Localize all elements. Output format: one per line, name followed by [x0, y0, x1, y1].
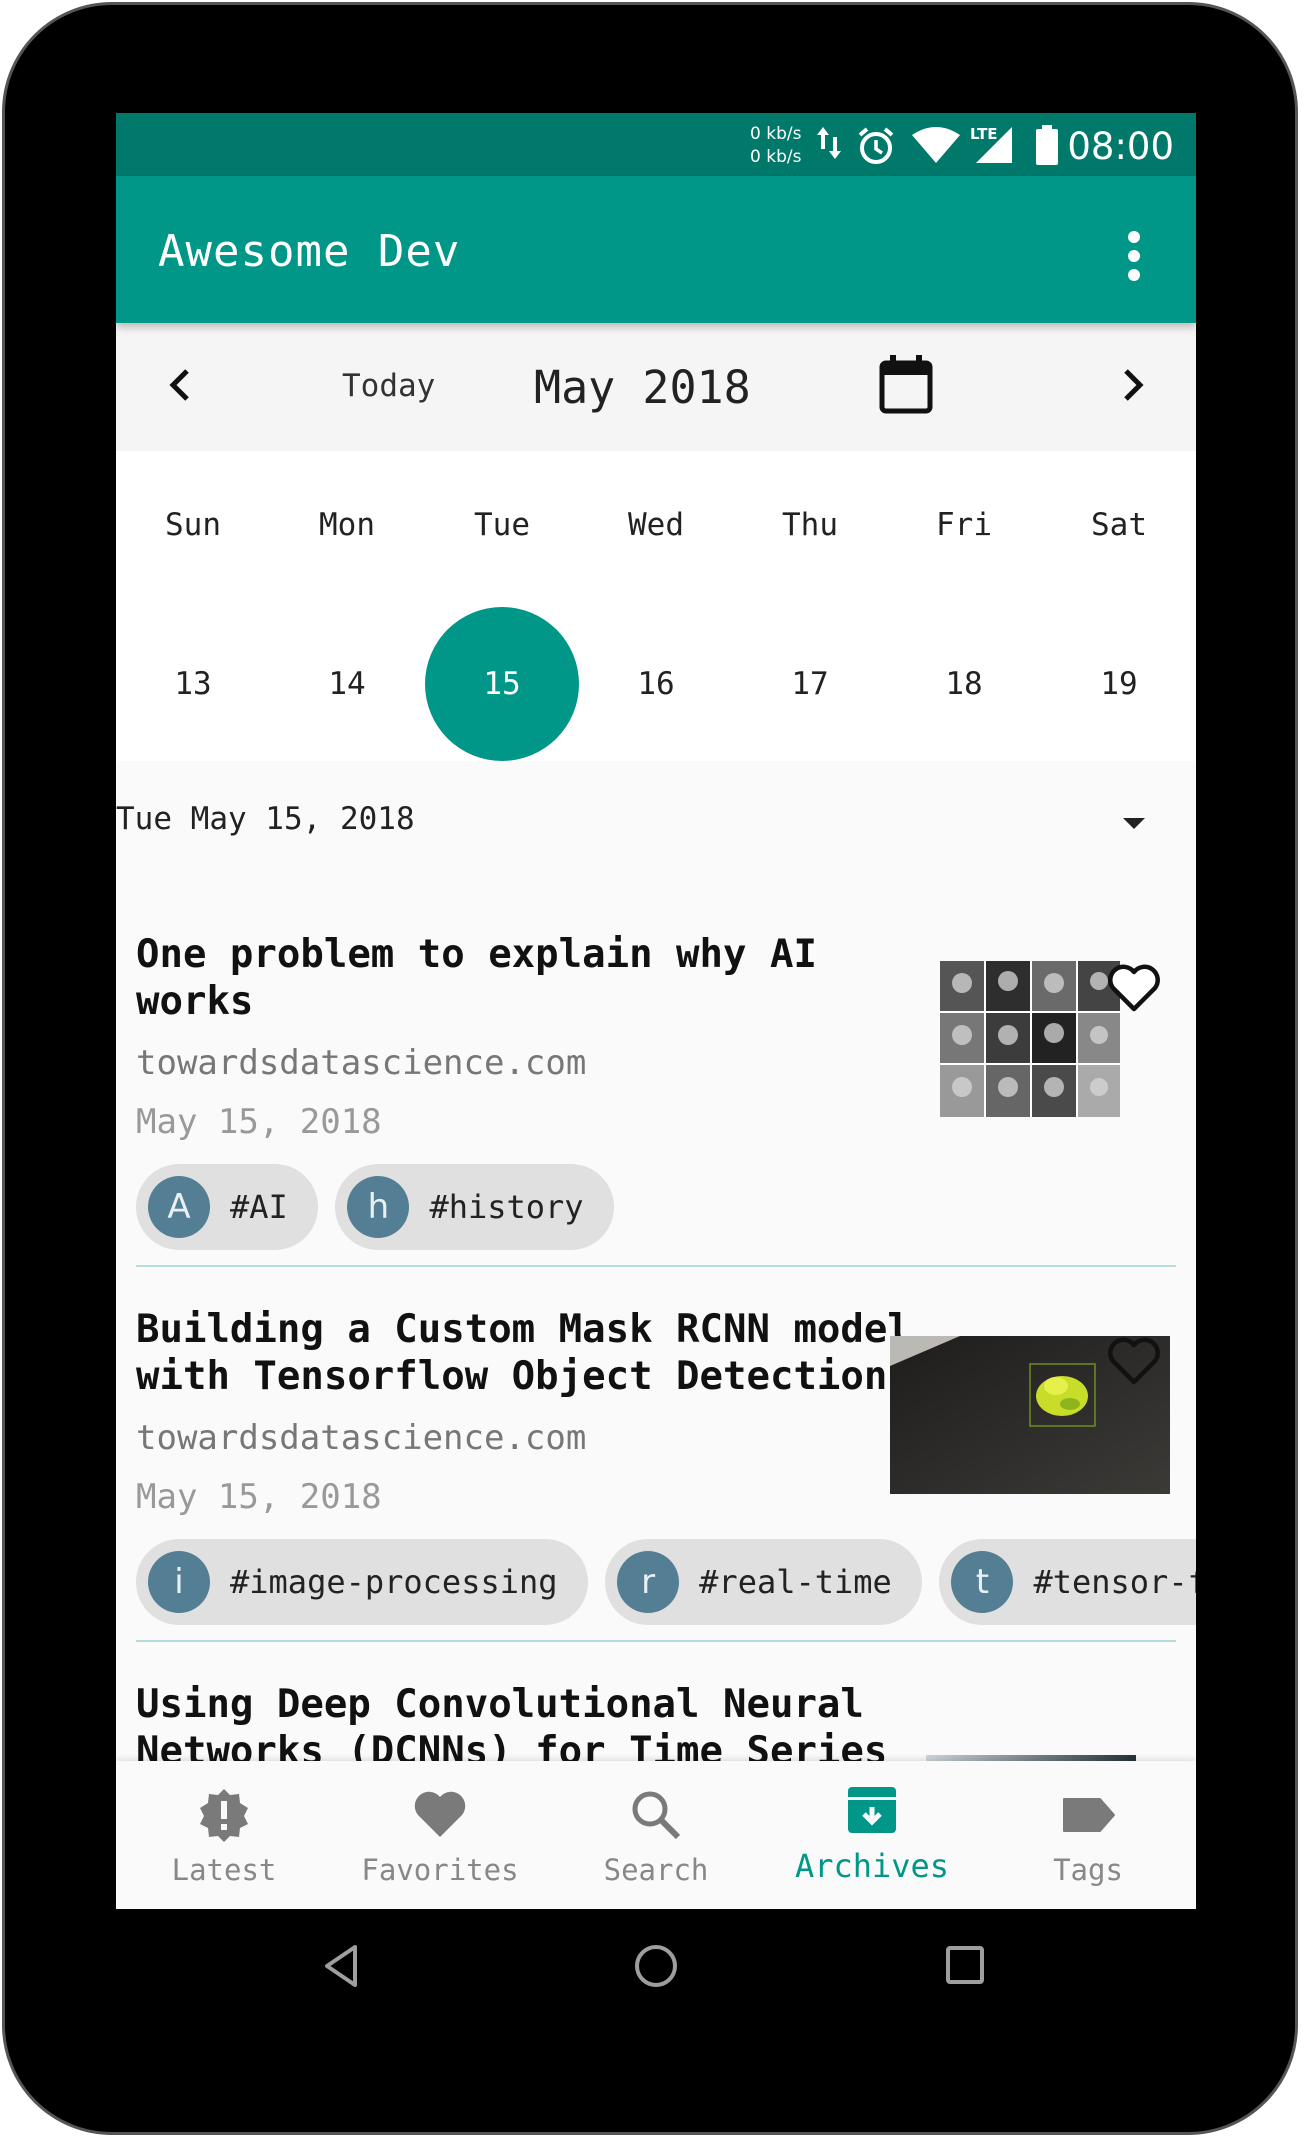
status-time: 08:00 [1067, 125, 1174, 168]
network-speed: 0 kb/s 0 kb/s [750, 123, 801, 169]
alert-badge-icon [200, 1789, 248, 1842]
tag-chip[interactable]: i #image-processing [136, 1539, 588, 1625]
weekday-label: Fri [936, 507, 992, 543]
article-title-line: works [136, 979, 254, 1024]
calendar-day[interactable]: 14 [270, 607, 424, 761]
article-title-line: One problem to explain why AI [136, 932, 817, 977]
tag-avatar: i [148, 1551, 210, 1613]
calendar-day[interactable]: 16 [579, 607, 733, 761]
article-title-line: Networks (DCNNs) for Time Series [136, 1729, 888, 1761]
article-date: May 15, 2018 [136, 1102, 382, 1142]
tag-avatar: h [347, 1176, 410, 1238]
nav-label: Search [603, 1853, 709, 1887]
today-button[interactable]: Today [342, 368, 435, 404]
calendar-icon[interactable] [878, 355, 934, 415]
nav-archives[interactable]: Archives [764, 1761, 980, 1909]
selected-date-label: Tue May 15, 2018 [116, 801, 415, 837]
net-down-speed: 0 kb/s [750, 147, 802, 167]
tag-list: i #image-processing r #real-time t #tensor-… [136, 1539, 1196, 1625]
heart-icon [414, 1791, 466, 1837]
nav-label: Favorites [361, 1853, 519, 1887]
favorite-heart-icon[interactable] [1106, 1336, 1162, 1386]
calendar-day[interactable]: 13 [116, 607, 270, 761]
back-icon[interactable] [321, 1943, 361, 1989]
tag-chip[interactable]: h #history [335, 1164, 614, 1250]
nav-label: Tags [1053, 1853, 1123, 1887]
calendar-day[interactable]: 18 [887, 607, 1041, 761]
article-thumbnail [940, 961, 1120, 1117]
more-options-icon[interactable] [1128, 231, 1142, 281]
nav-search[interactable]: Search [548, 1761, 764, 1909]
article-title-line: with Tensorflow Object Detection [136, 1354, 888, 1399]
tag-label: #history [429, 1188, 584, 1226]
tag-chip[interactable]: t #tensor-flo [939, 1539, 1196, 1625]
device-frame: 0 kb/s 0 kb/s LTE 08:00 Awesome Dev Toda… [2, 2, 1298, 2135]
app-title: Awesome Dev [158, 226, 461, 277]
data-transfer-icon [817, 127, 841, 159]
nav-favorites[interactable]: Favorites [332, 1761, 548, 1909]
tag-chip[interactable]: r #real-time [605, 1539, 922, 1625]
divider [136, 1640, 1176, 1642]
tag-avatar: A [148, 1176, 210, 1238]
weekday-label: Wed [628, 507, 684, 543]
article-title[interactable]: Building a Custom Mask RCNN model with T… [136, 1306, 911, 1400]
month-label: May 2018 [534, 361, 751, 414]
calendar-day[interactable]: 17 [733, 607, 887, 761]
tag-list: A #AI h #history [136, 1164, 622, 1250]
alarm-icon [858, 127, 894, 164]
weekday-label: Sun [165, 507, 221, 543]
tag-label: #real-time [699, 1563, 892, 1601]
portrait-grid-image [940, 961, 1120, 1117]
next-week-icon[interactable] [1112, 363, 1152, 407]
home-icon[interactable] [633, 1943, 679, 1989]
battery-icon [1036, 125, 1058, 165]
status-bar: 0 kb/s 0 kb/s LTE 08:00 [116, 113, 1196, 176]
favorite-heart-icon[interactable] [1106, 963, 1162, 1013]
calendar-day[interactable]: 19 [1042, 607, 1196, 761]
weekday-label: Thu [782, 507, 838, 543]
previous-week-icon[interactable] [161, 363, 201, 407]
article-card[interactable]: Building a Custom Mask RCNN model with T… [136, 1306, 1196, 1636]
article-source: towardsdatascience.com [136, 1418, 587, 1458]
nav-label: Archives [794, 1847, 950, 1885]
article-card[interactable]: Using Deep Convolutional Neural Networks… [136, 1681, 1176, 1761]
tag-label: #AI [230, 1188, 288, 1226]
article-source: towardsdatascience.com [136, 1043, 587, 1083]
screen: 0 kb/s 0 kb/s LTE 08:00 Awesome Dev Toda… [116, 113, 1196, 1909]
tag-avatar: t [951, 1551, 1014, 1613]
app-bar: Awesome Dev [116, 176, 1196, 323]
tag-chip[interactable]: A #AI [136, 1164, 318, 1250]
article-title[interactable]: One problem to explain why AI works [136, 931, 817, 1025]
article-card[interactable]: One problem to explain why AI works towa… [136, 931, 1176, 1351]
bottom-navigation: Latest Favorites Search Archives Tags [116, 1761, 1196, 1909]
week-strip: Sun Mon Tue Wed Thu Fri Sat 13 14 15 16 … [116, 451, 1196, 761]
net-up-speed: 0 kb/s [750, 124, 802, 144]
search-icon [632, 1791, 681, 1840]
tag-label: #tensor-flo [1033, 1563, 1196, 1601]
archive-icon [848, 1787, 896, 1833]
article-title[interactable]: Using Deep Convolutional Neural Networks… [136, 1681, 887, 1761]
weekday-label: Mon [319, 507, 375, 543]
nav-latest[interactable]: Latest [116, 1761, 332, 1909]
cell-signal-icon [976, 127, 1012, 163]
tag-icon [1063, 1798, 1115, 1832]
weekday-label: Tue [474, 507, 530, 543]
wifi-icon [912, 127, 960, 163]
weekday-label: Sat [1091, 507, 1147, 543]
dropdown-caret-icon[interactable] [1123, 818, 1145, 829]
calendar-day-selected[interactable]: 15 [425, 607, 579, 761]
article-title-line: Using Deep Convolutional Neural [136, 1682, 864, 1727]
article-title-line: Building a Custom Mask RCNN model [136, 1307, 911, 1352]
month-navigation: Today May 2018 [116, 323, 1196, 451]
tag-label: #image-processing [230, 1563, 558, 1601]
recents-icon[interactable] [945, 1945, 985, 1985]
article-date: May 15, 2018 [136, 1477, 382, 1517]
divider [136, 1265, 1176, 1267]
nav-tags[interactable]: Tags [980, 1761, 1196, 1909]
nav-label: Latest [171, 1853, 277, 1887]
tag-avatar: r [617, 1551, 680, 1613]
